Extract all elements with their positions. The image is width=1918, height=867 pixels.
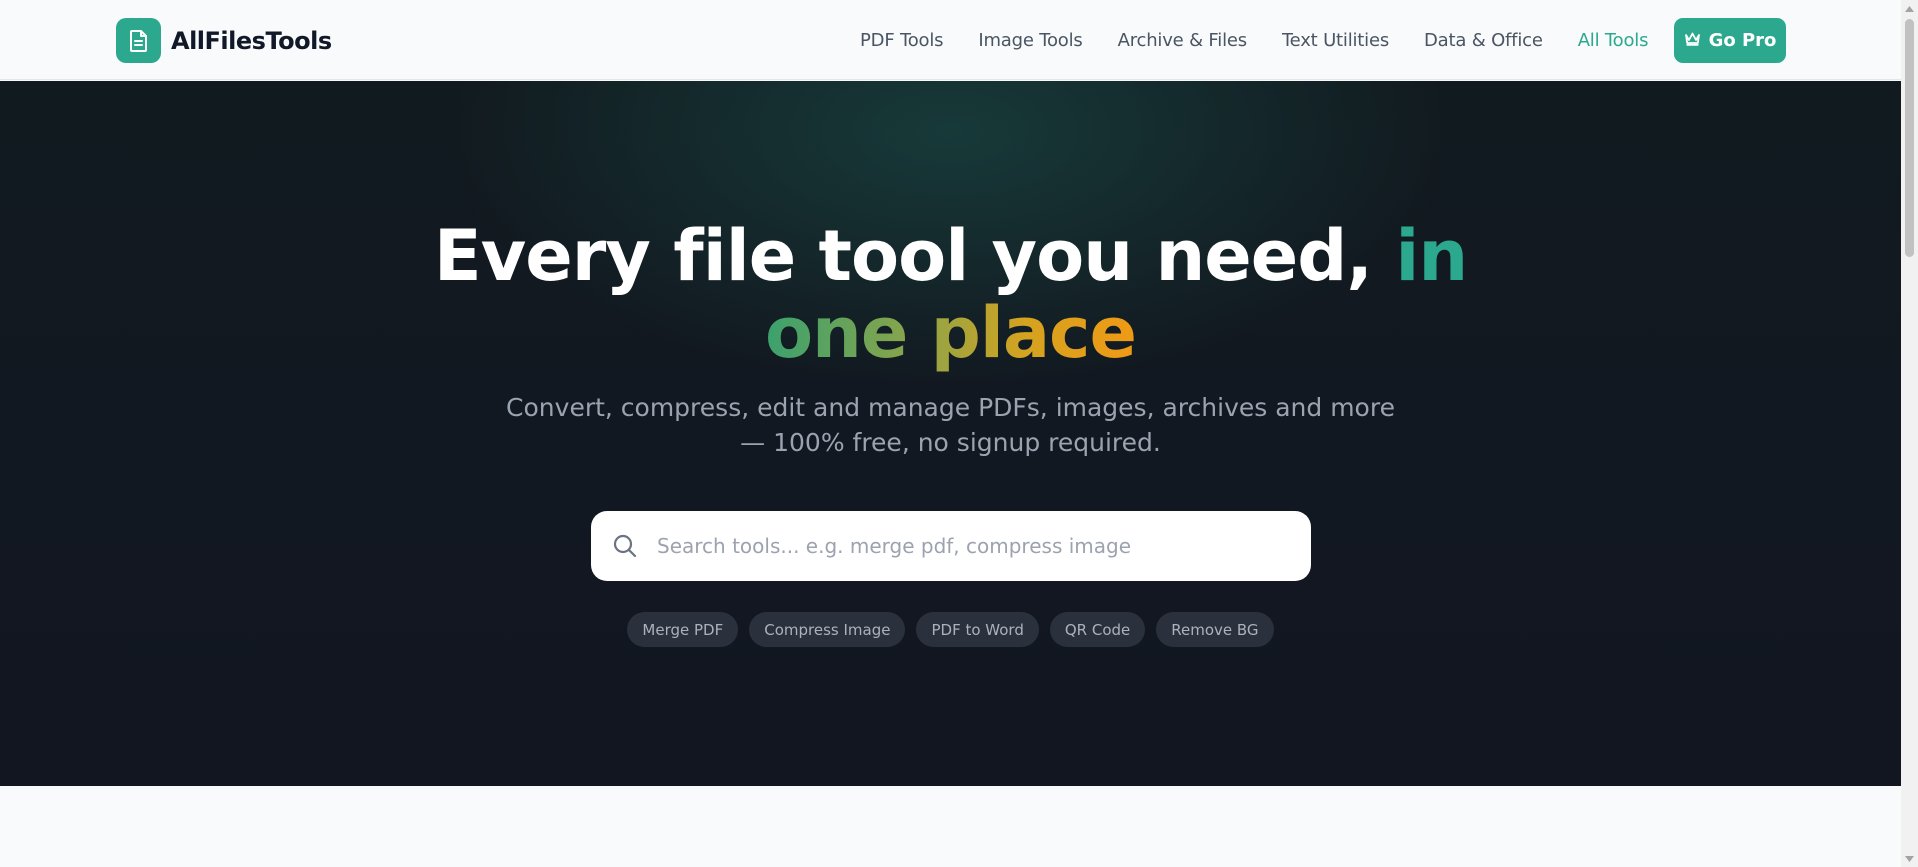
quick-links: Merge PDF Compress Image PDF to Word QR …	[0, 612, 1901, 647]
scroll-up-arrow-icon[interactable]	[1901, 0, 1918, 17]
crown-icon	[1684, 30, 1701, 51]
file-text-icon	[116, 18, 161, 63]
search-input[interactable]	[657, 534, 1277, 558]
hero-subtitle-line-1: Convert, compress, edit and manage PDFs,…	[506, 393, 1395, 422]
quick-link-qr-code[interactable]: QR Code	[1049, 612, 1146, 647]
quick-link-compress-image[interactable]: Compress Image	[749, 612, 906, 647]
scroll-down-arrow-icon[interactable]	[1901, 850, 1918, 867]
scroll-thumb[interactable]	[1905, 19, 1914, 257]
quick-link-remove-bg[interactable]: Remove BG	[1156, 612, 1274, 647]
go-pro-button[interactable]: Go Pro	[1674, 18, 1786, 63]
quick-link-merge-pdf[interactable]: Merge PDF	[627, 612, 739, 647]
nav-pdf-tools[interactable]: PDF Tools	[860, 30, 944, 51]
logo-link[interactable]: AllFilesTools	[116, 18, 332, 63]
page-scrollbar[interactable]	[1901, 0, 1918, 867]
nav-all-tools[interactable]: All Tools	[1578, 30, 1649, 51]
quick-link-pdf-to-word[interactable]: PDF to Word	[916, 612, 1039, 647]
nav-image-tools[interactable]: Image Tools	[978, 30, 1082, 51]
search-box[interactable]	[591, 511, 1311, 581]
hero-title-accent-in: in	[1395, 215, 1468, 297]
site-header: AllFilesTools PDF Tools Image Tools Arch…	[0, 0, 1901, 80]
hero-title-accent-one-place: one place	[764, 292, 1137, 374]
hero-section: Every file tool you need, in one place C…	[0, 81, 1901, 786]
brand-name: AllFilesTools	[171, 26, 332, 55]
hero-title: Every file tool you need, in one place	[0, 218, 1901, 372]
content-area	[0, 786, 1901, 867]
main-nav: PDF Tools Image Tools Archive & Files Te…	[860, 0, 1683, 80]
nav-archive-files[interactable]: Archive & Files	[1118, 30, 1248, 51]
nav-data-office[interactable]: Data & Office	[1424, 30, 1543, 51]
hero-subtitle-line-2: — 100% free, no signup required.	[740, 428, 1161, 457]
go-pro-label: Go Pro	[1708, 30, 1777, 51]
hero-title-main: Every file tool you need,	[433, 215, 1373, 297]
hero-subtitle: Convert, compress, edit and manage PDFs,…	[0, 390, 1901, 460]
nav-text-utilities[interactable]: Text Utilities	[1282, 30, 1389, 51]
search-icon	[612, 533, 638, 559]
